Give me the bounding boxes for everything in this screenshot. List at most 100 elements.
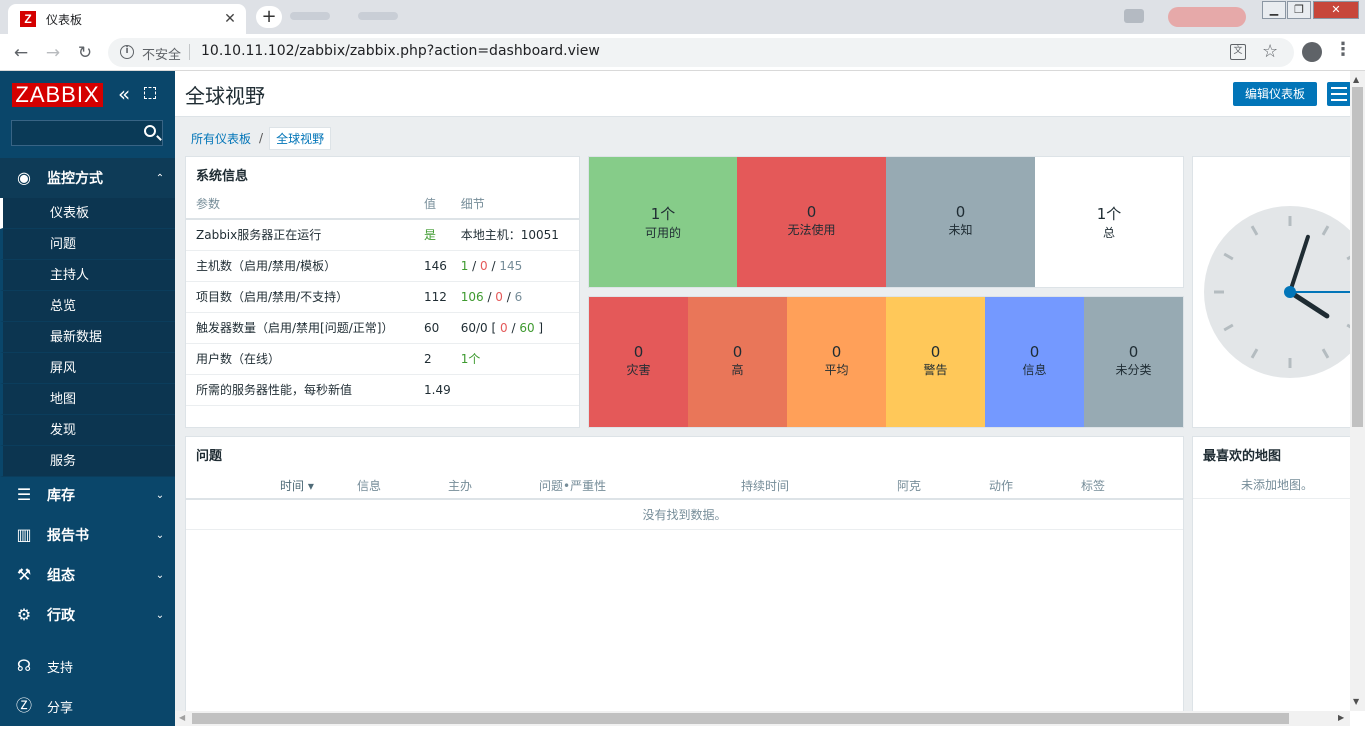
severity-warning-cell[interactable]: 0 警告: [886, 297, 985, 427]
bracket-close: ]: [538, 320, 544, 335]
menu-share[interactable]: Ⓩ 分享: [0, 686, 175, 726]
label: 可用的: [644, 226, 681, 240]
submenu-maps[interactable]: 地图: [0, 384, 175, 415]
dashboard-menu-icon[interactable]: [1327, 82, 1350, 106]
host-unavailable-cell[interactable]: 0 无法使用: [737, 157, 886, 287]
zabbix-favicon-icon: Z: [20, 11, 36, 27]
severity-disaster-cell[interactable]: 0 灾害: [589, 297, 688, 427]
value-cell: 60: [414, 312, 451, 344]
host-total-cell[interactable]: 1个总: [1035, 157, 1183, 287]
table-row: 触发器数量（启用/禁用[问题/正常]） 60 60/0 [ 0 / 60 ]: [186, 312, 579, 344]
menu-inventory[interactable]: ☰ 库存 ⌄: [0, 475, 175, 515]
collapse-sidebar-icon[interactable]: «: [118, 83, 130, 105]
close-tab-icon[interactable]: ✕: [222, 11, 238, 27]
vertical-scrollbar[interactable]: ▲ ▼: [1350, 71, 1365, 711]
breadcrumb-all-dashboards[interactable]: 所有仪表板: [185, 130, 257, 147]
list-icon: ☰: [16, 485, 32, 504]
menu-configuration[interactable]: ⚒ 组态 ⌄: [0, 555, 175, 595]
value-cell: 112: [414, 281, 451, 313]
search-icon[interactable]: [144, 125, 156, 137]
close-window-button[interactable]: ✕: [1313, 1, 1359, 19]
count: 0: [633, 343, 644, 361]
count: 0: [955, 203, 966, 221]
sidebar-search-input[interactable]: [11, 120, 163, 146]
edit-dashboard-button[interactable]: 编辑仪表板: [1233, 82, 1317, 106]
browser-tab[interactable]: Z 仪表板 ✕: [8, 4, 246, 34]
omnibox[interactable]: i 不安全 10.10.11.102/zabbix/zabbix.php?act…: [108, 38, 1294, 67]
menu-monitoring[interactable]: ◉ 监控方式 ⌃: [0, 158, 175, 198]
disabled-count: 0: [480, 258, 488, 273]
param-cell: 用户数（在线）: [186, 343, 414, 375]
problems-widget: 问题 时间 ▾ 信息 主办 问题•严重性 持续时间 阿克 动作 标签 没有找到数…: [185, 436, 1184, 730]
scroll-left-arrow-icon[interactable]: ◀: [179, 713, 185, 722]
forward-arrow-icon[interactable]: →: [42, 42, 64, 64]
label: 未知: [948, 223, 973, 237]
severity-average-cell[interactable]: 0 平均: [787, 297, 886, 427]
menu-support[interactable]: ☊ 支持: [0, 646, 175, 686]
param-cell: 主机数（启用/禁用/模板）: [186, 250, 414, 282]
zabbix-logo[interactable]: ZABBIX: [12, 83, 103, 107]
horizontal-scroll-thumb[interactable]: [192, 713, 1289, 724]
minimize-window-button[interactable]: ▁: [1262, 1, 1286, 19]
severity-information-cell[interactable]: 0 信息: [985, 297, 1084, 427]
page-header: 全球视野 编辑仪表板: [175, 71, 1350, 117]
scroll-right-arrow-icon[interactable]: ▶: [1338, 713, 1344, 722]
label: 未分类: [1115, 363, 1152, 377]
submenu-hosts[interactable]: 主持人: [0, 260, 175, 291]
submenu-dashboard[interactable]: 仪表板: [0, 198, 175, 229]
blurred-extension-icon[interactable]: [1124, 9, 1144, 23]
submenu-latest-data[interactable]: 最新数据: [0, 322, 175, 353]
host-available-cell[interactable]: 1个 可用的: [589, 157, 737, 287]
menu-configuration-label: 组态: [47, 568, 75, 584]
count: 0: [806, 203, 817, 221]
submenu-screens[interactable]: 屏风: [0, 353, 175, 384]
column-time[interactable]: 时间 ▾: [280, 477, 314, 494]
severity-not-classified-cell[interactable]: 0 未分类: [1084, 297, 1183, 427]
param-cell: 触发器数量（启用/禁用[问题/正常]）: [186, 312, 414, 344]
trigger-totals: 60/0 [: [460, 320, 497, 335]
host-unknown-cell[interactable]: 0 未知: [886, 157, 1035, 287]
scroll-down-arrow-icon[interactable]: ▼: [1353, 697, 1359, 706]
reload-icon[interactable]: ↻: [74, 42, 96, 64]
submenu-discovery[interactable]: 发现: [0, 415, 175, 446]
url-text[interactable]: 10.10.11.102/zabbix/zabbix.php?action=da…: [201, 43, 600, 59]
chevron-down-icon: ⌄: [155, 569, 165, 581]
menu-administration[interactable]: ⚙ 行政 ⌄: [0, 595, 175, 635]
horizontal-scrollbar[interactable]: ◀ ▶: [175, 711, 1350, 726]
label: 无法使用: [787, 223, 836, 237]
value-cell: 1.49: [414, 374, 451, 406]
column-ack: 阿克: [897, 479, 922, 493]
back-arrow-icon[interactable]: ←: [10, 42, 32, 64]
kiosk-mode-icon[interactable]: [144, 87, 156, 99]
bar-chart-icon: ▥: [16, 525, 32, 544]
problems-by-severity-widget: 0 灾害 0高 0 平均 0 警告 0 信息 0 未分类: [588, 296, 1184, 428]
submenu-problems[interactable]: 问题: [0, 229, 175, 260]
account-avatar-icon[interactable]: [1302, 42, 1322, 62]
severity-high-cell[interactable]: 0高: [688, 297, 787, 427]
window-bottom-edge: [0, 726, 1365, 730]
clock-face: [1204, 206, 1350, 378]
problem-count: 0: [500, 320, 508, 335]
scroll-up-arrow-icon[interactable]: ▲: [1353, 75, 1359, 84]
bookmark-star-icon[interactable]: ☆: [1262, 41, 1278, 62]
table-row: Zabbix服务器正在运行 是 本地主机：10051: [186, 219, 579, 251]
column-header: 参数: [186, 189, 414, 220]
detail-cell: 60/0 [ 0 / 60 ]: [450, 312, 579, 344]
new-tab-button[interactable]: +: [256, 6, 282, 28]
unsupported-count: 6: [514, 289, 523, 304]
menu-reports[interactable]: ▥ 报告书 ⌄: [0, 515, 175, 555]
menu-monitoring-label: 监控方式: [47, 171, 103, 187]
translate-icon[interactable]: 文: [1230, 44, 1246, 60]
browser-menu-icon[interactable]: ⋮: [1334, 39, 1352, 60]
maximize-window-button[interactable]: ❐: [1287, 1, 1311, 19]
submenu-services[interactable]: 服务: [0, 446, 175, 477]
vertical-scroll-thumb[interactable]: [1352, 87, 1363, 427]
detail-cell: 1个: [450, 343, 579, 375]
column-header: 细节: [450, 189, 579, 220]
profile-pill[interactable]: [1168, 7, 1246, 27]
info-icon[interactable]: i: [120, 45, 134, 59]
submenu-overview[interactable]: 总览: [0, 291, 175, 322]
breadcrumb-current[interactable]: 全球视野: [269, 126, 332, 150]
chevron-down-icon: ⌄: [155, 489, 165, 501]
detail-cell: 本地主机：10051: [450, 219, 579, 251]
